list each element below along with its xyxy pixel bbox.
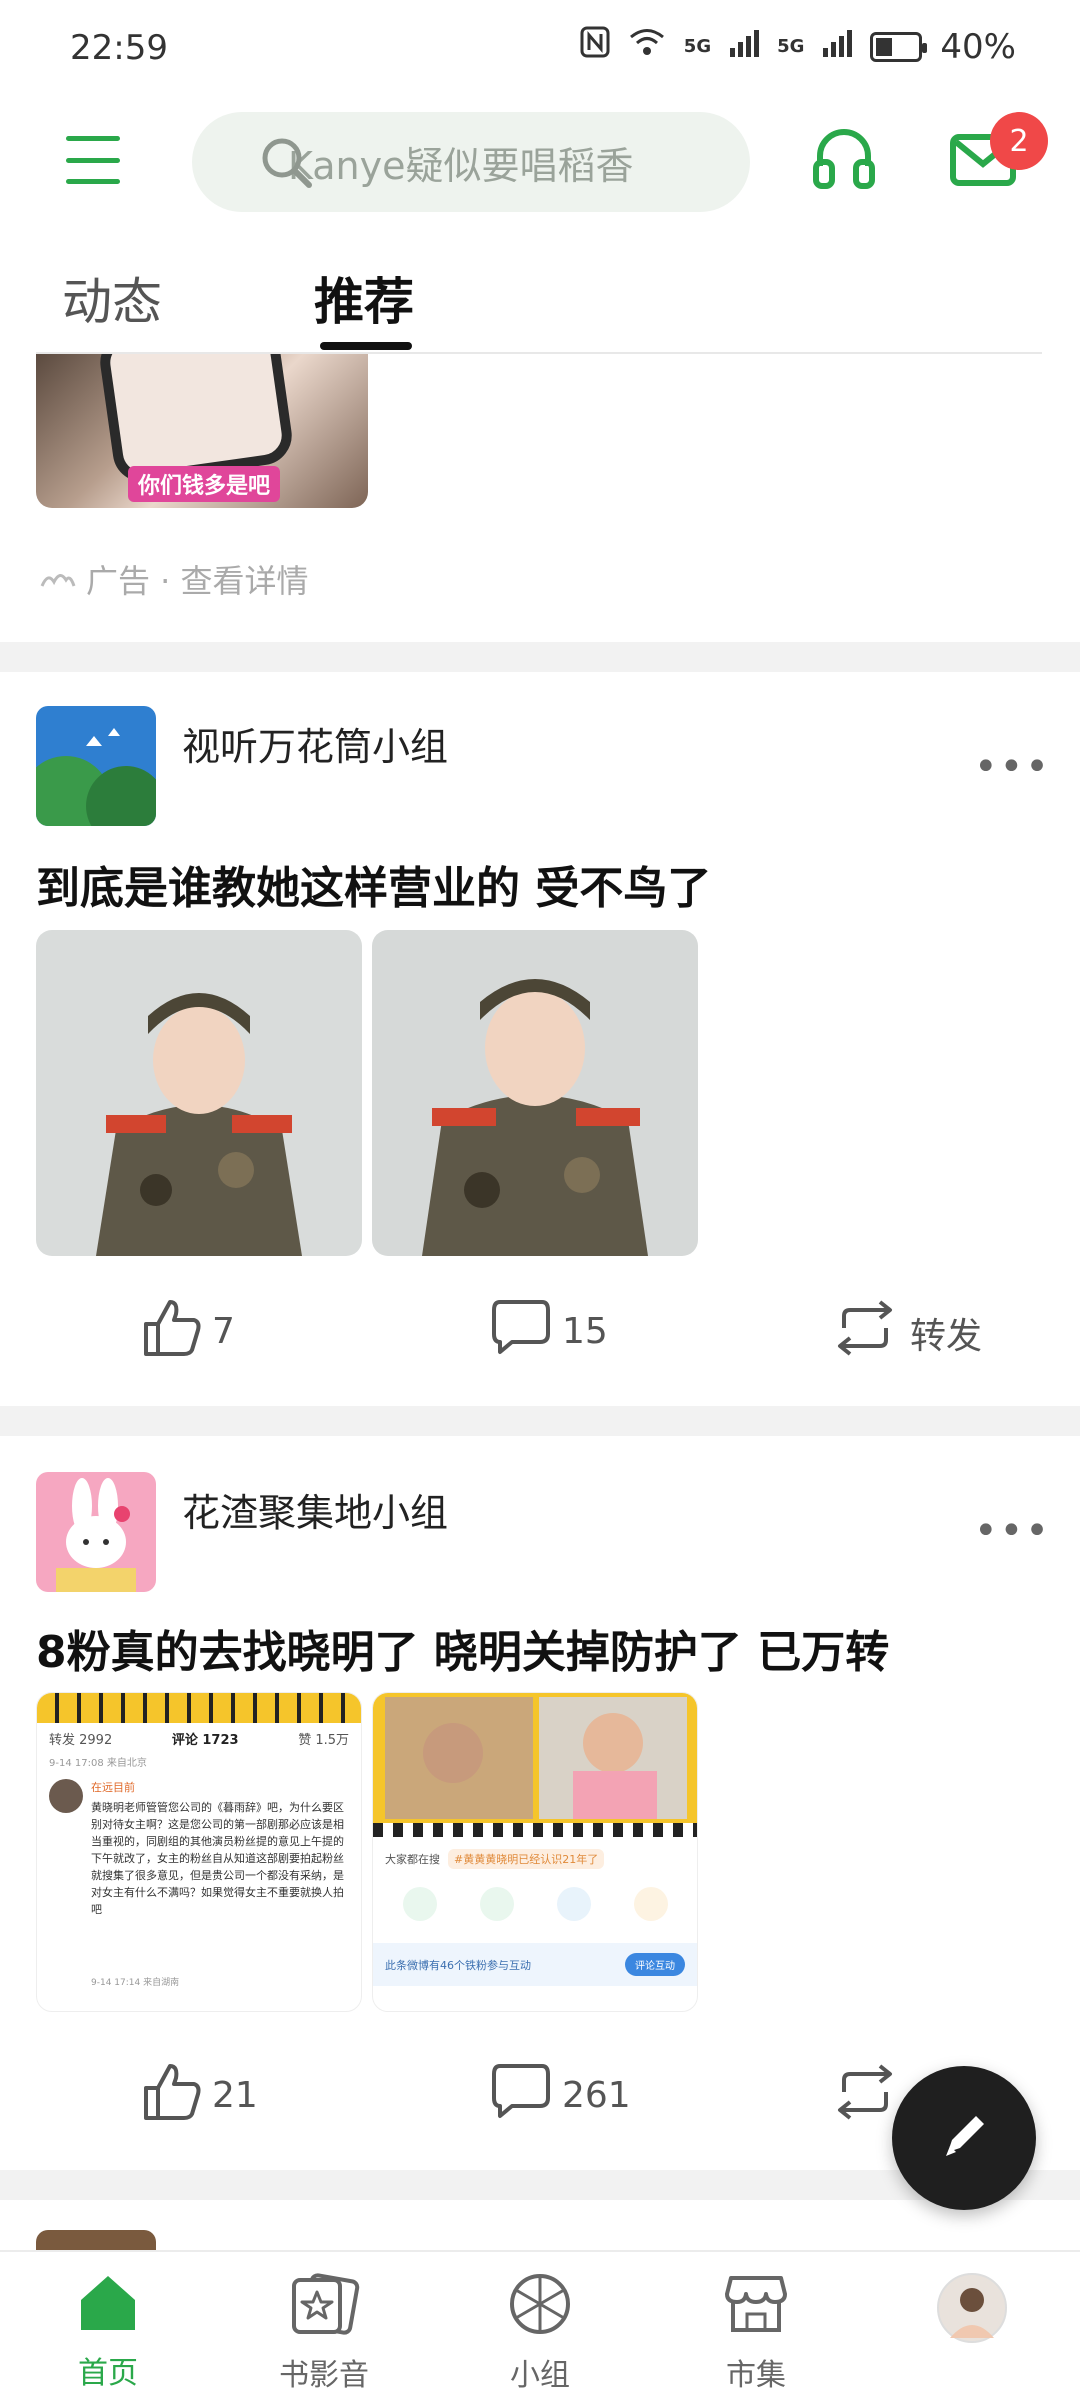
post-title[interactable]: 到底是谁教她这样营业的 受不鸟了 — [36, 852, 711, 916]
wifi-icon — [628, 26, 666, 67]
tab-active-indicator — [320, 342, 412, 350]
status-time: 22:59 — [70, 28, 168, 68]
group-avatar[interactable] — [36, 1472, 156, 1592]
comment-button[interactable]: 261 — [490, 2062, 631, 2129]
group-avatar[interactable] — [36, 706, 156, 826]
post-image[interactable]: 转发 2992 评论 1723 赞 1.5万 9-14 17:08 来自北京 在… — [36, 1692, 362, 2012]
post-meta: 9-14 17:08 来自北京 — [49, 1758, 147, 1769]
thumbs-up-icon — [140, 2060, 202, 2131]
ad-image[interactable]: 你们钱多是吧 — [36, 354, 368, 508]
tab-follow[interactable]: 动态 — [62, 262, 162, 334]
comment-icon — [490, 2062, 552, 2129]
share-button[interactable] — [830, 2062, 900, 2131]
signal-icon-2 — [822, 27, 853, 67]
comment-meta: 9-14 17:14 来自湖南 — [91, 1978, 180, 1988]
pencil-icon — [934, 2106, 994, 2170]
tab-recommend[interactable]: 推荐 — [314, 262, 414, 334]
search-icon — [258, 134, 314, 194]
moments-icon — [479, 1887, 514, 1921]
share-button[interactable]: 转发 — [830, 1298, 982, 1367]
commenter-avatar — [49, 1779, 83, 1813]
compose-button[interactable] — [892, 2066, 1036, 2210]
comment-text: 黄晓明老师管管您公司的《暮雨辞》吧，为什么要区别对待女主啊？这是您公司的第一部剧… — [91, 1801, 344, 1916]
like-button[interactable]: 7 — [140, 1296, 235, 1367]
nav-label: 小组 — [510, 2358, 570, 2393]
group-name[interactable]: 视听万花筒小组 — [182, 716, 448, 771]
post-image[interactable]: 大家都在搜 #黄黄黄晓明已经认识21年了 此条微博有46个铁粉参与互动 评论互动 — [372, 1692, 698, 2012]
post-image[interactable] — [36, 930, 362, 1256]
fan-interaction-banner: 此条微博有46个铁粉参与互动 — [385, 1958, 531, 1972]
nav-groups[interactable]: 小组 — [470, 2272, 610, 2394]
like-button[interactable]: 21 — [140, 2060, 258, 2131]
post-image[interactable] — [372, 930, 698, 1256]
comment-button[interactable]: 15 — [490, 1298, 608, 1365]
home-icon — [77, 2272, 139, 2342]
network-label-2: 5G — [777, 36, 805, 57]
nav-home[interactable]: 首页 — [38, 2272, 178, 2392]
menu-icon[interactable] — [66, 136, 120, 184]
wechat-icon — [402, 1887, 437, 1921]
search-placeholder: Kanye疑似要唱稻香 — [288, 143, 634, 188]
nav-label: 市集 — [726, 2358, 786, 2393]
section-separator — [0, 642, 1080, 672]
thumbs-up-icon — [140, 1296, 202, 1367]
comment-count: 261 — [562, 2075, 631, 2116]
group-avatar[interactable] — [36, 2230, 156, 2250]
profile-avatar — [936, 2272, 1008, 2352]
nfc-icon — [580, 26, 610, 67]
media-star-icon — [288, 2272, 360, 2344]
shop-icon — [723, 2272, 789, 2344]
like-count-label: 赞 1.5万 — [298, 1733, 349, 1748]
comment-icon — [490, 1298, 552, 1365]
group-name[interactable]: 花渣聚集地小组 — [182, 1482, 448, 1537]
repost-icon — [830, 2062, 900, 2131]
battery-icon — [870, 31, 928, 62]
signal-icon — [729, 27, 760, 67]
repost-count-label: 转发 2992 — [49, 1733, 113, 1748]
comment-count: 15 — [562, 1311, 608, 1352]
mail-badge: 2 — [990, 112, 1048, 170]
repost-icon — [830, 1298, 900, 1367]
nav-market[interactable]: 市集 — [686, 2272, 826, 2394]
headphones-icon[interactable] — [812, 124, 876, 194]
post-title[interactable]: 8粉真的去找晓明了 晓明关掉防护了 已万转 — [36, 1616, 889, 1680]
trend-label: 大家都在搜 — [385, 1853, 440, 1866]
section-separator — [0, 1406, 1080, 1436]
share-label: 转发 — [910, 1315, 983, 1357]
comment-count-label: 评论 1723 — [171, 1733, 239, 1748]
more-options-icon[interactable]: ••• — [974, 744, 1051, 790]
more-options-icon[interactable]: ••• — [974, 1508, 1051, 1554]
like-count: 21 — [212, 2075, 258, 2116]
ad-image-caption: 你们钱多是吧 — [128, 466, 281, 502]
trend-tag: #黄黄黄晓明已经认识21年了 — [448, 1849, 605, 1869]
comment-interact-button: 评论互动 — [625, 1953, 685, 1976]
nav-label: 书影音 — [279, 2358, 369, 2393]
ad-logo-icon — [40, 560, 76, 598]
battery-percent: 40% — [940, 26, 1016, 67]
network-label-1: 5G — [683, 36, 712, 57]
commenter-name: 在远目前 — [91, 1781, 135, 1794]
nav-media[interactable]: 书影音 — [254, 2272, 394, 2394]
bottom-nav: 首页 书影音 小组 市集 — [0, 2250, 1080, 2400]
ad-label[interactable]: 广告 · 查看详情 — [40, 556, 309, 602]
group-wheel-icon — [508, 2272, 572, 2344]
like-count: 7 — [212, 1311, 235, 1352]
nav-label: 首页 — [78, 2356, 138, 2391]
qq-icon — [556, 1887, 591, 1921]
search-bar[interactable]: Kanye疑似要唱稻香 — [192, 112, 750, 212]
status-icons: 5G 5G 40% — [580, 26, 1016, 67]
nav-profile[interactable] — [902, 2272, 1042, 2352]
ad-label-text: 广告 · 查看详情 — [86, 562, 309, 600]
save-icon — [633, 1887, 668, 1921]
